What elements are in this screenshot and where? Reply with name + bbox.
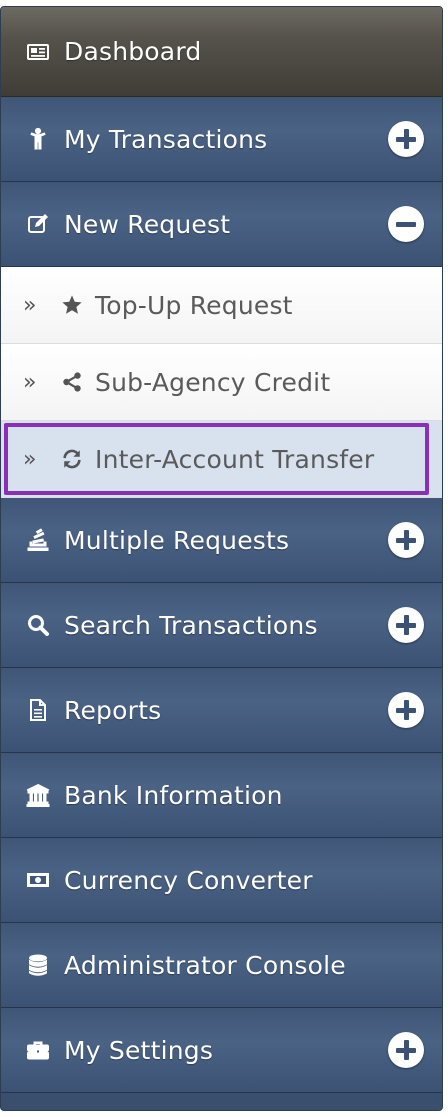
menu-item-administrator-console[interactable]: Administrator Console bbox=[1, 923, 442, 1008]
menu-item-label: Multiple Requests bbox=[64, 525, 290, 555]
briefcase-icon bbox=[25, 1037, 51, 1063]
menu-item-bank-information[interactable]: Bank Information bbox=[1, 753, 442, 838]
submenu-item-label: Sub-Agency Credit bbox=[95, 367, 331, 397]
menu-item-label: My Transactions bbox=[64, 124, 268, 154]
money-icon bbox=[25, 867, 51, 893]
menu-item-label: Reports bbox=[64, 695, 162, 725]
menu-item-currency-converter[interactable]: Currency Converter bbox=[1, 838, 442, 923]
menu-item-label: My Settings bbox=[64, 1035, 214, 1065]
refresh-icon bbox=[59, 446, 85, 472]
submenu-prefix: » bbox=[23, 446, 37, 472]
sidebar-menu: Dashboard My Transactions New Request » … bbox=[0, 6, 443, 1111]
expand-icon[interactable] bbox=[388, 692, 424, 728]
menu-item-label: Search Transactions bbox=[64, 610, 318, 640]
submenu-item-sub-agency-credit[interactable]: » Sub-Agency Credit bbox=[1, 344, 442, 421]
menu-item-label: Bank Information bbox=[64, 780, 283, 810]
newspaper-icon bbox=[25, 39, 51, 65]
menu-item-search-transactions[interactable]: Search Transactions bbox=[1, 583, 442, 668]
menu-item-my-transactions[interactable]: My Transactions bbox=[1, 97, 442, 182]
submenu-prefix: » bbox=[23, 369, 37, 395]
expand-icon[interactable] bbox=[388, 522, 424, 558]
search-icon bbox=[25, 612, 51, 638]
menu-item-reports[interactable]: Reports bbox=[1, 668, 442, 753]
menu-item-label: New Request bbox=[64, 209, 231, 239]
person-icon bbox=[25, 126, 51, 152]
menu-item-label: Currency Converter bbox=[64, 865, 313, 895]
submenu-item-top-up-request[interactable]: » Top-Up Request bbox=[1, 267, 442, 344]
expand-icon[interactable] bbox=[388, 121, 424, 157]
menu-item-new-request[interactable]: New Request bbox=[1, 182, 442, 267]
document-icon bbox=[25, 697, 51, 723]
expand-icon[interactable] bbox=[388, 607, 424, 643]
menu-item-my-settings[interactable]: My Settings bbox=[1, 1008, 442, 1093]
share-icon bbox=[59, 369, 85, 395]
submenu-prefix: » bbox=[23, 292, 37, 318]
submenu-item-label: Top-Up Request bbox=[95, 290, 293, 320]
menu-item-dashboard[interactable]: Dashboard bbox=[1, 7, 442, 97]
bank-icon bbox=[25, 782, 51, 808]
menu-item-label: Dashboard bbox=[64, 37, 202, 66]
expand-icon[interactable] bbox=[388, 1032, 424, 1068]
database-icon bbox=[25, 952, 51, 978]
menu-item-label: Administrator Console bbox=[64, 950, 346, 980]
edit-icon bbox=[25, 211, 51, 237]
star-icon bbox=[59, 292, 85, 318]
submenu-item-inter-account-transfer[interactable]: » Inter-Account Transfer bbox=[1, 421, 442, 498]
collapse-icon[interactable] bbox=[388, 206, 424, 242]
menu-item-multiple-requests[interactable]: Multiple Requests bbox=[1, 498, 442, 583]
submenu-item-label: Inter-Account Transfer bbox=[95, 444, 375, 474]
stack-icon bbox=[25, 527, 51, 553]
